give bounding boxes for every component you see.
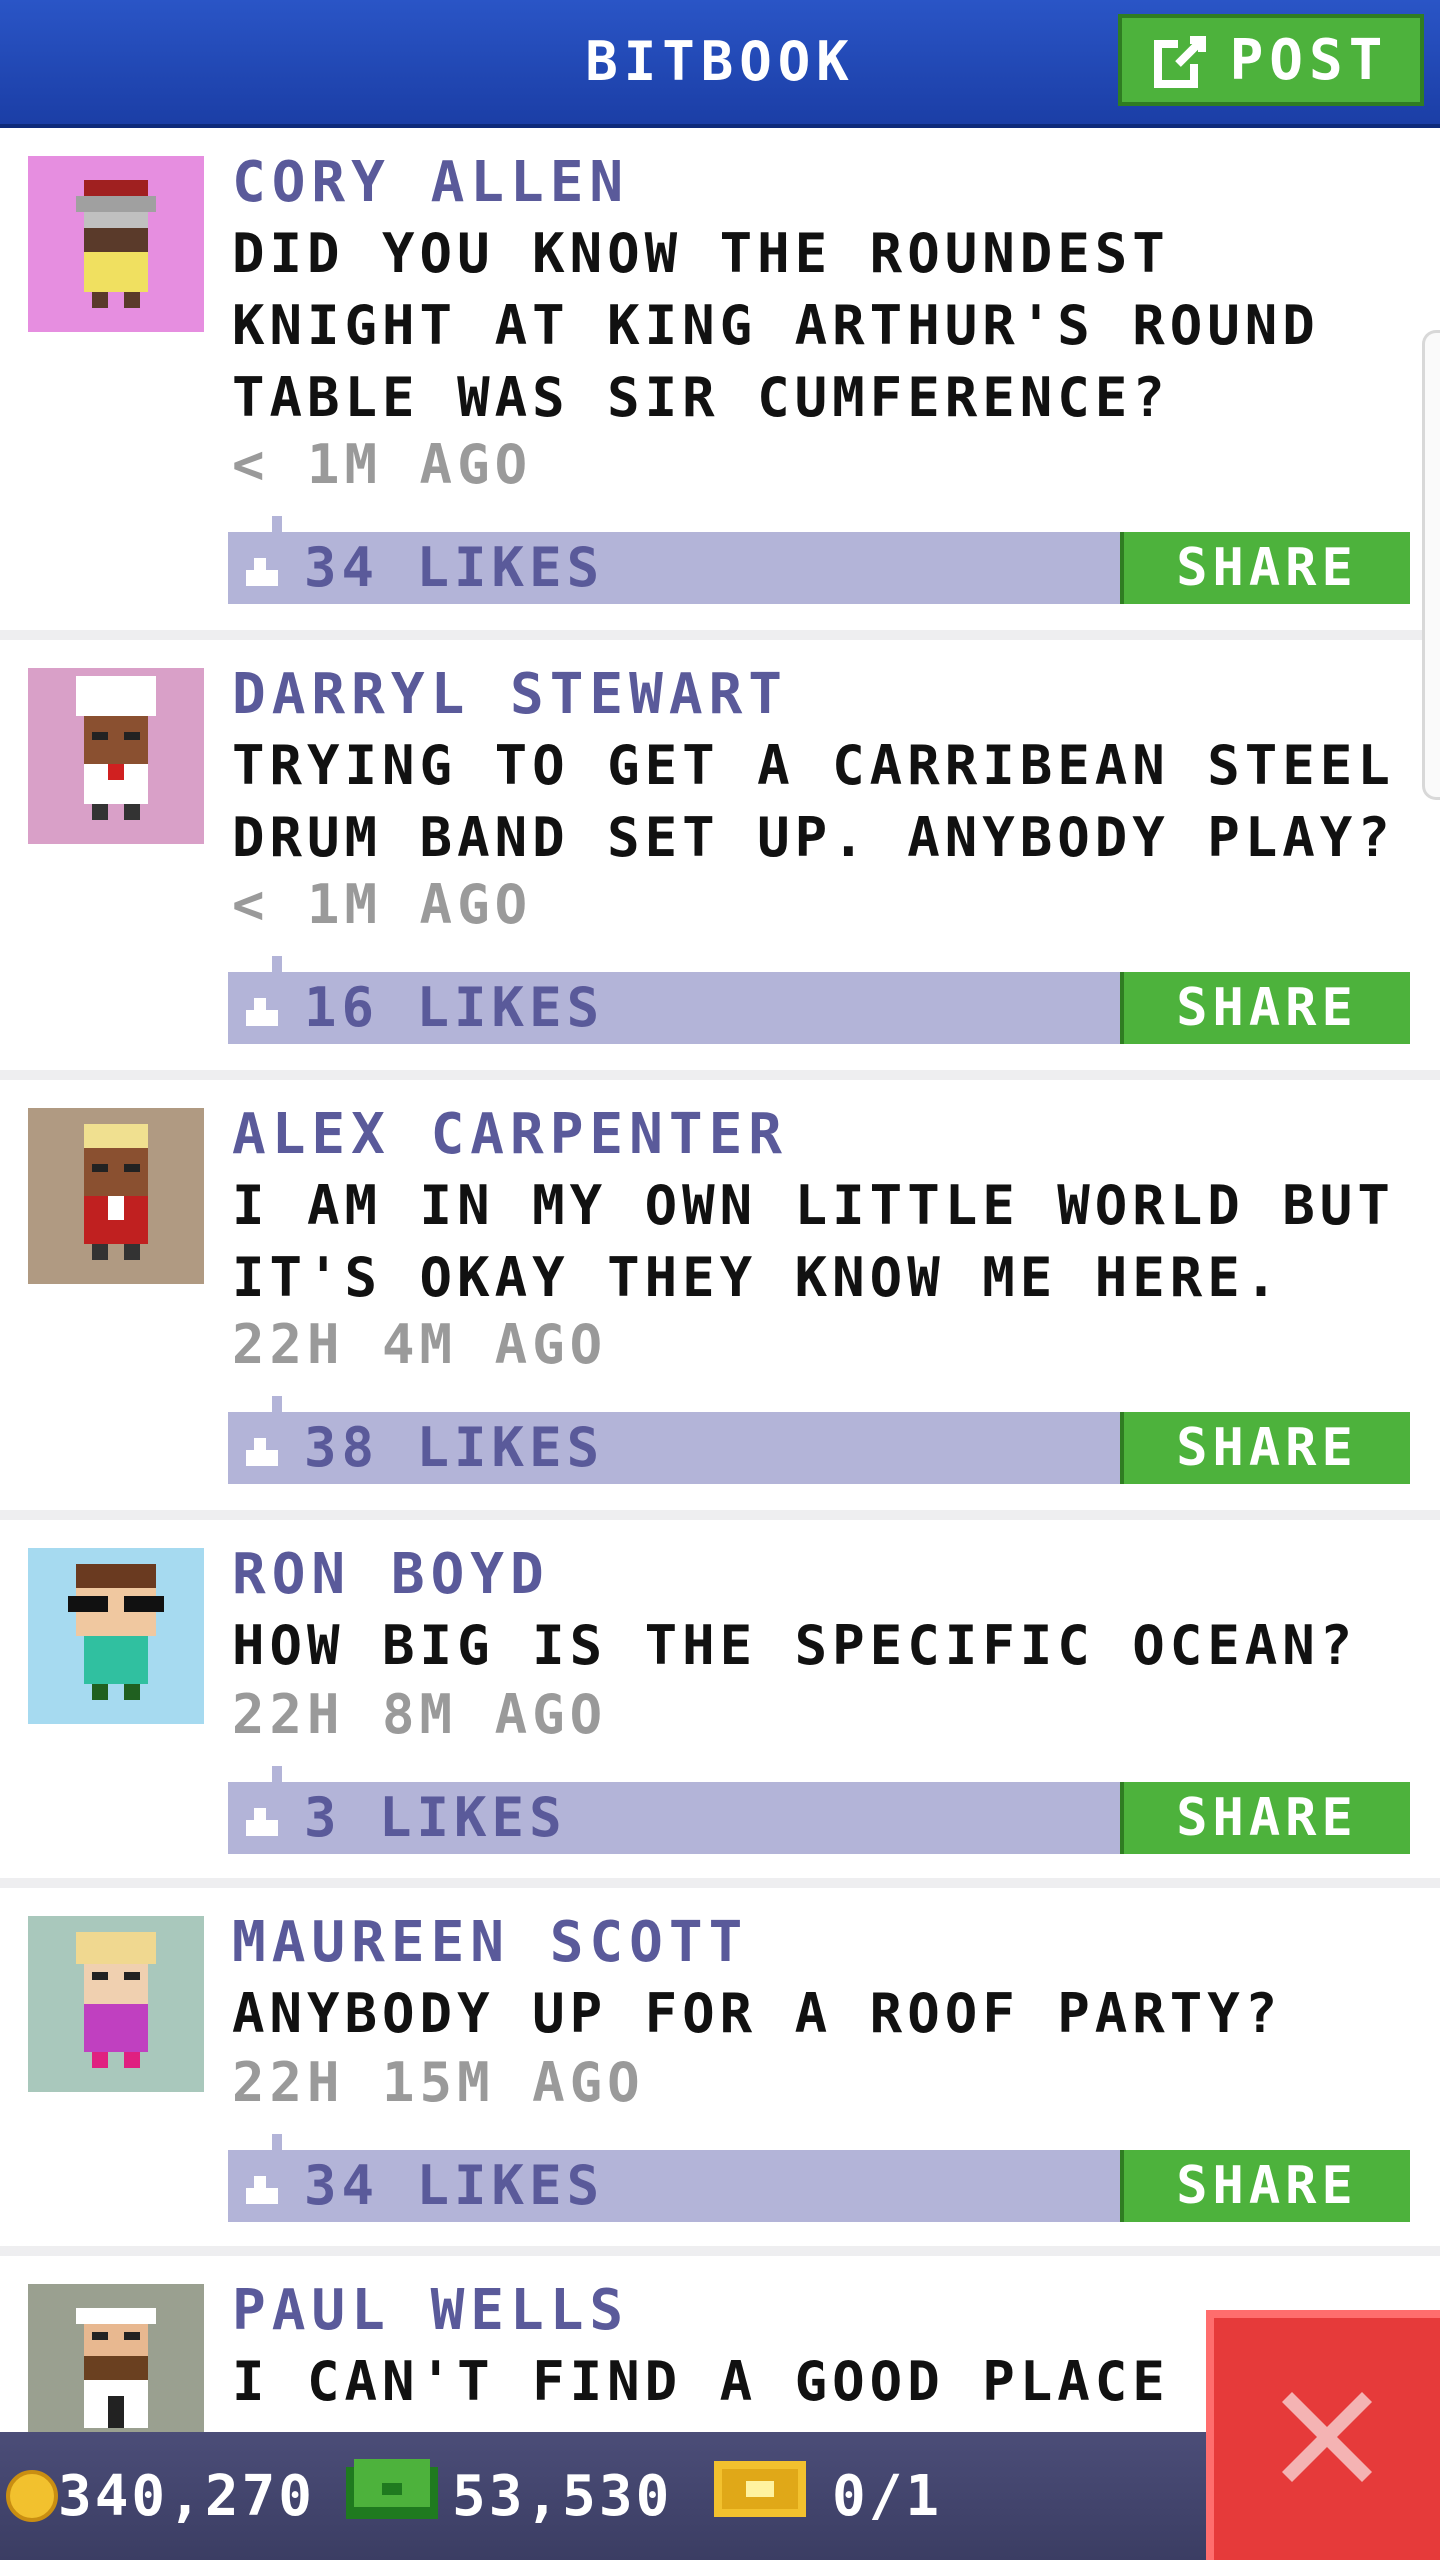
coin-icon <box>6 2470 58 2522</box>
post-item: ALEX CARPENTER I AM IN MY OWN LITTLE WOR… <box>0 1080 1440 1520</box>
like-bar[interactable]: 34 LIKES SHARE <box>228 516 1410 604</box>
share-button[interactable]: SHARE <box>1120 2150 1410 2222</box>
avatar[interactable] <box>28 1916 204 2092</box>
like-bar[interactable]: 3 LIKES SHARE <box>228 1766 1410 1854</box>
share-button[interactable]: SHARE <box>1120 1412 1410 1484</box>
like-count: 16 LIKES <box>304 976 605 1039</box>
like-icon <box>242 990 282 1030</box>
post-author[interactable]: RON BOYD <box>232 1540 1412 1610</box>
post-text: TRYING TO GET A CARRIBEAN STEEL DRUM BAN… <box>232 734 1395 869</box>
post-item: MAUREEN SCOTT ANYBODY UP FOR A ROOF PART… <box>0 1888 1440 2256</box>
post-time: 22H 4M AGO <box>232 1313 608 1376</box>
post-feed[interactable]: CORY ALLEN DID YOU KNOW THE ROUNDEST KNI… <box>0 128 1440 2556</box>
post-author[interactable]: ALEX CARPENTER <box>232 1100 1412 1170</box>
post-item: CORY ALLEN DID YOU KNOW THE ROUNDEST KNI… <box>0 128 1440 640</box>
avatar[interactable] <box>28 1548 204 1724</box>
share-button[interactable]: SHARE <box>1120 972 1410 1044</box>
post-text: I AM IN MY OWN LITTLE WORLD BUT IT'S OKA… <box>232 1174 1395 1309</box>
compose-icon <box>1153 32 1210 88</box>
avatar[interactable] <box>28 156 204 332</box>
like-count: 34 LIKES <box>304 2154 605 2217</box>
avatar[interactable] <box>28 1108 204 1284</box>
post-item: DARRYL STEWART TRYING TO GET A CARRIBEAN… <box>0 640 1440 1080</box>
bux-icon <box>346 2459 438 2533</box>
post-text: DID YOU KNOW THE ROUNDEST KNIGHT AT KING… <box>232 222 1320 429</box>
post-author[interactable]: MAUREEN SCOTT <box>232 1908 1412 1978</box>
bux-value: 53,530 <box>452 2463 673 2529</box>
close-icon <box>1272 2382 1382 2496</box>
post-text: ANYBODY UP FOR A ROOF PARTY? <box>232 1982 1283 2045</box>
post-time: 22H 15M AGO <box>232 2051 645 2114</box>
post-time: < 1M AGO <box>232 433 533 496</box>
coins-value: 340,270 <box>58 2463 316 2529</box>
like-bar[interactable]: 16 LIKES SHARE <box>228 956 1410 1044</box>
like-count: 38 LIKES <box>304 1416 605 1479</box>
post-time: < 1M AGO <box>232 873 533 936</box>
post-button[interactable]: POST <box>1118 14 1424 106</box>
like-bar[interactable]: 38 LIKES SHARE <box>228 1396 1410 1484</box>
tickets-counter: 0/1 <box>714 2432 942 2560</box>
scroll-indicator[interactable] <box>1422 330 1440 800</box>
like-bar[interactable]: 34 LIKES SHARE <box>228 2134 1410 2222</box>
bux-counter: 53,530 <box>346 2432 672 2560</box>
like-icon <box>242 550 282 590</box>
post-item: RON BOYD HOW BIG IS THE SPECIFIC OCEAN? … <box>0 1520 1440 1888</box>
share-button[interactable]: SHARE <box>1120 532 1410 604</box>
close-button[interactable] <box>1206 2310 1440 2560</box>
post-author[interactable]: DARRYL STEWART <box>232 660 1412 730</box>
like-icon <box>242 1430 282 1470</box>
post-text: HOW BIG IS THE SPECIFIC OCEAN? <box>232 1614 1358 1677</box>
like-count: 3 LIKES <box>304 1786 567 1849</box>
post-author[interactable]: CORY ALLEN <box>232 148 1412 218</box>
post-time: 22H 8M AGO <box>232 1683 608 1746</box>
like-icon <box>242 1800 282 1840</box>
share-button[interactable]: SHARE <box>1120 1782 1410 1854</box>
like-count: 34 LIKES <box>304 536 605 599</box>
app-header: BITBOOK POST <box>0 0 1440 128</box>
tickets-value: 0/1 <box>832 2463 943 2529</box>
like-icon <box>242 2168 282 2208</box>
avatar[interactable] <box>28 668 204 844</box>
post-button-label: POST <box>1229 27 1389 93</box>
coins-counter: 340,270 <box>6 2432 315 2560</box>
ticket-icon <box>714 2461 806 2531</box>
